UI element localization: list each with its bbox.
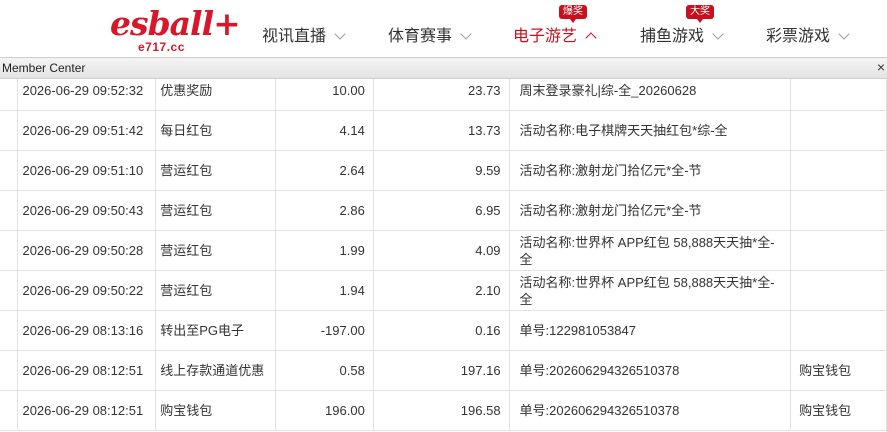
row-spacer-cell [0,310,19,351]
record-channel [790,190,887,231]
row-spacer-cell [0,190,19,231]
record-time: 2026-06-29 08:12:51 [17,390,157,431]
record-type: 每日红包 [155,110,276,151]
record-balance: 196.58 [372,390,510,431]
record-time: 2026-06-29 08:12:51 [17,350,157,391]
record-note: 活动名称:激射龙门拾亿元*全-节 [508,150,792,191]
record-amount: 2.64 [274,150,374,191]
record-note: 周末登录豪礼|综-全_20260628 [508,79,792,111]
record-channel [790,79,887,111]
row-spacer-cell [0,350,19,391]
record-type: 营运红包 [155,270,276,311]
member-center-titlebar: Member Center × [0,57,887,79]
nav-item-label: 彩票游戏 [766,28,831,45]
nav-item-live-video[interactable]: 视讯直播 [262,22,346,46]
row-spacer-cell [0,390,19,431]
table-row: 2026-06-29 09:51:10 营运红包 2.64 9.59 活动名称:激射龙门… [0,150,887,191]
record-note: 活动名称:世界杯 APP红包 58,888天天抽*全-全 [508,230,792,271]
record-amount: 1.94 [274,270,374,311]
nav-item-label: 电子游艺 [513,28,578,45]
record-amount: 1.99 [274,230,374,271]
table-row: 2026-06-29 09:50:43 营运红包 2.86 6.95 活动名称:激射龙门… [0,190,887,231]
row-spacer-cell [0,270,19,311]
record-note: 活动名称:世界杯 APP红包 58,888天天抽*全-全 [508,270,792,311]
record-balance: 6.95 [372,190,510,231]
record-time: 2026-06-29 09:50:28 [17,230,157,271]
record-amount: 0.58 [274,350,374,391]
record-balance: 23.73 [372,79,510,111]
record-note: 活动名称:激射龙门拾亿元*全-节 [508,190,792,231]
nav-item-label: 体育赛事 [388,28,453,45]
nav-item-fishing[interactable]: 大奖 捕鱼游戏 [640,5,724,46]
table-row: 2026-06-29 09:50:22 营运红包 1.94 2.10 活动名称:世界杯 … [0,270,887,311]
record-channel [790,230,887,271]
nav-item-label: 视讯直播 [262,28,327,45]
record-type: 营运红包 [155,190,276,231]
table-row: 2026-06-29 09:50:28 营运红包 1.99 4.09 活动名称:世界杯 … [0,230,887,271]
top-header: esball+ e717.cc 视讯直播 体育赛事 爆奖 电子游艺 大奖 捕鱼游… [0,0,887,57]
table-row: 2026-06-29 09:52:32 优惠奖励 10.00 23.73 周末登录豪礼|… [0,79,887,111]
record-balance: 9.59 [372,150,510,191]
record-type: 营运红包 [155,150,276,191]
chevron-down-icon [460,28,472,40]
record-type: 购宝钱包 [155,390,276,431]
jackpot-badge: 大奖 [686,5,715,23]
record-time: 2026-06-29 09:50:43 [17,190,157,231]
record-amount: 196.00 [274,390,374,431]
record-balance: 4.09 [372,230,510,271]
row-spacer-cell [0,230,19,271]
table-row: 2026-06-29 08:12:51 线上存款通道优惠 0.58 197.16 单号:… [0,350,887,391]
brand-logo[interactable]: esball+ e717.cc [110,6,241,55]
logo-text: esball+ [110,4,241,43]
record-balance: 0.16 [372,310,510,351]
record-amount: 4.14 [274,110,374,151]
row-spacer-cell [0,79,19,111]
table-row: 2026-06-29 08:13:16 转出至PG电子 -197.00 0.16 单号:… [0,310,887,351]
nav-item-lottery[interactable]: 彩票游戏 [766,22,850,46]
chevron-down-icon [334,28,346,40]
record-amount: 2.86 [274,190,374,231]
record-balance: 2.10 [372,270,510,311]
row-spacer-cell [0,110,19,151]
record-type: 线上存款通道优惠 [155,350,276,391]
chevron-up-icon [585,32,597,44]
record-time: 2026-06-29 09:51:42 [17,110,157,151]
record-amount: -197.00 [274,310,374,351]
record-note: 单号:122981053847 [508,310,792,351]
record-type: 优惠奖励 [155,79,276,111]
record-channel: 购宝钱包 [790,350,887,391]
record-time: 2026-06-29 09:50:22 [17,270,157,311]
record-channel [790,150,887,191]
record-note: 活动名称:电子棋牌天天抽红包*综-全 [508,110,792,151]
transaction-table: 2026-06-29 09:52:32 优惠奖励 10.00 23.73 周末登录豪礼|… [0,79,887,431]
nav-item-label: 捕鱼游戏 [640,28,705,45]
row-spacer-cell [0,150,19,191]
transaction-table-viewport[interactable]: 2026-06-29 09:52:32 优惠奖励 10.00 23.73 周末登录豪礼|… [0,79,887,432]
close-icon[interactable]: × [877,60,885,74]
record-time: 2026-06-29 08:13:16 [17,310,157,351]
nav-item-slots[interactable]: 爆奖 电子游艺 [513,5,597,46]
record-amount: 10.00 [274,79,374,111]
record-channel [790,310,887,351]
record-channel: 购宝钱包 [790,390,887,431]
record-time: 2026-06-29 09:51:10 [17,150,157,191]
record-note: 单号:202606294326510378 [508,390,792,431]
table-row: 2026-06-29 09:51:42 每日红包 4.14 13.73 活动名称:电子棋… [0,110,887,151]
record-channel [790,110,887,151]
record-type: 营运红包 [155,230,276,271]
record-balance: 13.73 [372,110,510,151]
record-time: 2026-06-29 09:52:32 [17,79,157,111]
record-note: 单号:202606294326510378 [508,350,792,391]
hot-badge: 爆奖 [559,5,588,23]
record-channel [790,270,887,311]
nav-item-sports[interactable]: 体育赛事 [388,22,472,46]
window-title: Member Center [2,61,86,75]
table-row: 2026-06-29 08:12:51 购宝钱包 196.00 196.58 单号:20… [0,390,887,431]
record-type: 转出至PG电子 [155,310,276,351]
chevron-down-icon [712,28,724,40]
chevron-down-icon [838,28,850,40]
record-balance: 197.16 [372,350,510,391]
logo-subtext: e717.cc [138,40,185,54]
